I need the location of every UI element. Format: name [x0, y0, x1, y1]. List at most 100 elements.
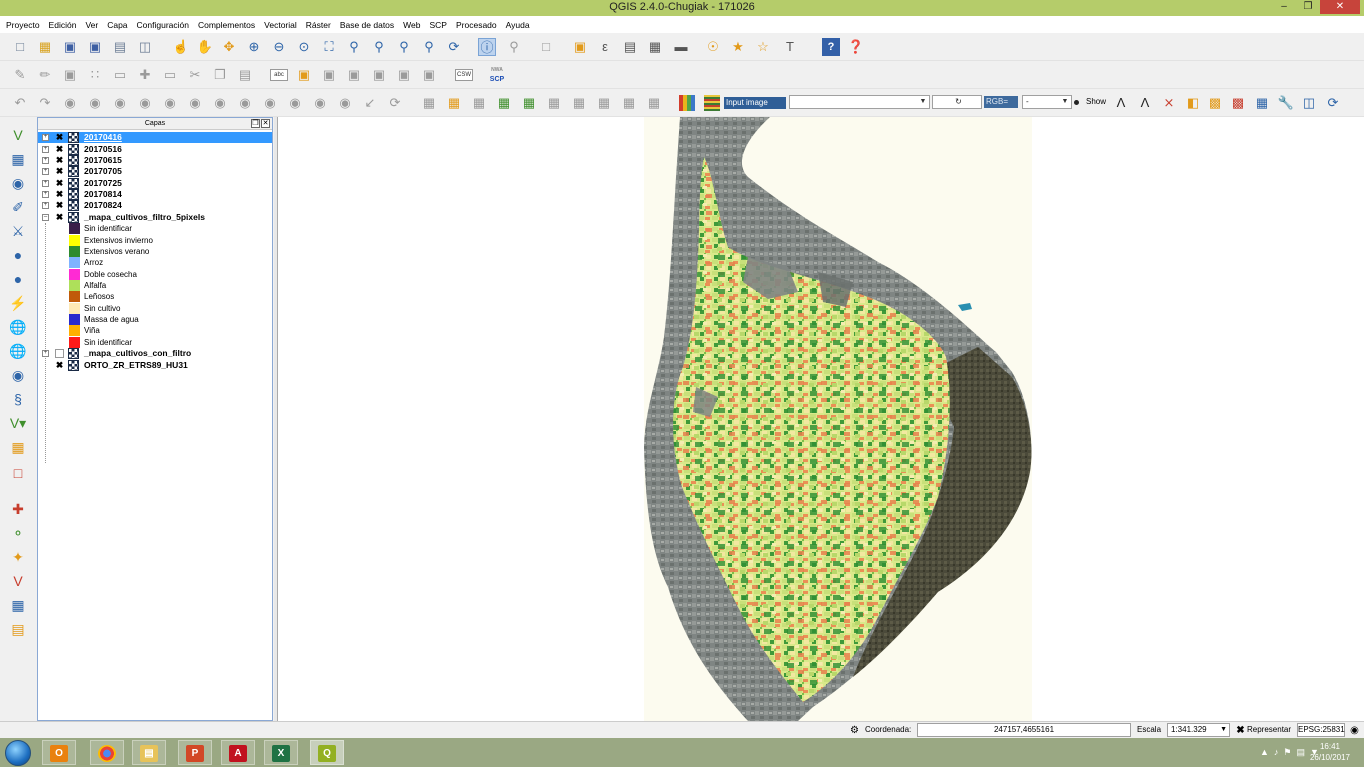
refresh-image-list-button[interactable]: ↻: [932, 95, 982, 109]
scp-input-image-icon-button[interactable]: [703, 94, 721, 112]
split-parts-button[interactable]: ◉: [286, 94, 304, 112]
identify-features-button[interactable]: ⓘ: [478, 38, 498, 56]
scp-merge-button[interactable]: ▦: [570, 94, 588, 112]
layer-visibility-checkbox[interactable]: ✖: [55, 213, 64, 222]
coordinate-toggle-icon[interactable]: ⚙: [848, 724, 861, 737]
scp-dock-button[interactable]: NWA SCP: [488, 66, 508, 84]
scp-reload-button[interactable]: ⟳: [1324, 94, 1342, 112]
delete-selected-button[interactable]: ▭: [161, 66, 179, 84]
add-feature-button[interactable]: ∷: [86, 66, 104, 84]
expand-icon[interactable]: +: [42, 168, 49, 175]
new-bookmark-button[interactable]: ★: [729, 38, 747, 56]
delete-part-button[interactable]: ◉: [161, 94, 179, 112]
layer-item-20170516[interactable]: + ✖ 20170516: [38, 144, 272, 155]
pan-to-selection-button[interactable]: ✥: [220, 38, 238, 56]
touch-zoom-button[interactable]: ☝: [172, 38, 190, 56]
offset-curve-button[interactable]: ◉: [211, 94, 229, 112]
close-panel-icon[interactable]: ✕: [261, 119, 270, 128]
layer-visibility-checkbox[interactable]: ✖: [55, 133, 64, 142]
close-icon[interactable]: ✕: [1320, 0, 1360, 14]
cut-features-button[interactable]: ✂: [186, 66, 204, 84]
render-checkbox[interactable]: ✖: [1234, 724, 1247, 737]
show-bookmarks-button[interactable]: ☆: [754, 38, 772, 56]
coordinate-field[interactable]: 247157,4655161: [917, 723, 1131, 737]
add-feature-point-button[interactable]: ⚬: [8, 523, 28, 543]
attribute-table-button[interactable]: ▤: [621, 38, 639, 56]
menu-scp[interactable]: SCP: [430, 20, 447, 30]
restore-icon[interactable]: ❐: [1296, 0, 1320, 14]
save-layer-edits-button[interactable]: ▣: [61, 66, 79, 84]
layer-visibility-checkbox[interactable]: [55, 349, 64, 358]
redo-button[interactable]: ↷: [36, 94, 54, 112]
merge-selected-button[interactable]: ◉: [311, 94, 329, 112]
raster-tool-button[interactable]: ▦: [8, 595, 28, 615]
add-db2-layer-button[interactable]: ●: [8, 269, 28, 289]
scp-vertices-button[interactable]: ▦: [620, 94, 638, 112]
taskbar-outlook[interactable]: O: [42, 740, 76, 765]
add-spatialite-layer-button[interactable]: ✐: [8, 197, 28, 217]
scp-add-roi-button[interactable]: ▦: [520, 94, 538, 112]
layer-visibility-checkbox[interactable]: ✖: [55, 167, 64, 176]
layer-item-20170705[interactable]: + ✖ 20170705: [38, 166, 272, 177]
zoom-layer-button[interactable]: ⚲: [370, 38, 388, 56]
scp-roi-multi-button[interactable]: ▦: [445, 94, 463, 112]
menu-proyecto[interactable]: Proyecto: [6, 20, 40, 30]
rgb-combo[interactable]: - ▼: [1022, 95, 1072, 109]
menu-vectorial[interactable]: Vectorial: [264, 20, 297, 30]
show-radio-icon[interactable]: [1074, 100, 1079, 105]
gps-tools-button[interactable]: ✦: [8, 547, 28, 567]
field-calculator-button[interactable]: ε: [596, 38, 614, 56]
layer-visibility-checkbox[interactable]: ✖: [55, 201, 64, 210]
scp-edit-button[interactable]: ▦: [545, 94, 563, 112]
add-postgis-layer-button[interactable]: ◉: [8, 173, 28, 193]
layer-visibility-checkbox[interactable]: ✖: [55, 190, 64, 199]
clock[interactable]: 16:41 26/10/2017: [1310, 741, 1350, 763]
toggle-editing-button[interactable]: ✏: [36, 66, 54, 84]
rotate-label-button[interactable]: ▣: [370, 66, 388, 84]
start-button[interactable]: [5, 740, 31, 766]
new-shapefile-button[interactable]: V▾: [8, 413, 28, 433]
menu-complementos[interactable]: Complementos: [198, 20, 255, 30]
message-log-icon[interactable]: ◉: [1348, 724, 1361, 737]
add-delimited-text-button[interactable]: §: [8, 389, 28, 409]
new-print-composer-button[interactable]: ▤: [111, 38, 129, 56]
text-annotation-button[interactable]: T: [781, 38, 807, 56]
taskbar-excel[interactable]: X: [264, 740, 298, 765]
move-feature-button[interactable]: ▭: [111, 66, 129, 84]
menu-edicion[interactable]: Edición: [49, 20, 77, 30]
copy-features-button[interactable]: ❐: [211, 66, 229, 84]
remove-layer-button[interactable]: □: [8, 463, 28, 483]
add-part-button[interactable]: ◉: [86, 94, 104, 112]
layer-item-orto[interactable]: ✖ ORTO_ZR_ETRS89_HU31: [38, 360, 272, 371]
csw-button[interactable]: CSW: [455, 66, 475, 84]
open-project-button[interactable]: ▦: [36, 38, 54, 56]
undo-button[interactable]: ↶: [11, 94, 29, 112]
layer-visibility-checkbox[interactable]: ✖: [55, 145, 64, 154]
add-raster-layer-button[interactable]: ▦: [8, 149, 28, 169]
expand-icon[interactable]: +: [42, 146, 49, 153]
zoom-selection-button[interactable]: ⚲: [345, 38, 363, 56]
menu-web[interactable]: Web: [403, 20, 420, 30]
delete-ring-button[interactable]: ◉: [136, 94, 154, 112]
zoom-out-button[interactable]: ⊖: [270, 38, 288, 56]
collapse-icon[interactable]: –: [42, 214, 49, 221]
composer-manager-button[interactable]: ◫: [136, 38, 154, 56]
layer-item-mapa-cultivos-con-filtro[interactable]: + _mapa_cultivos_con_filtro: [38, 348, 272, 359]
taskbar-acrobat[interactable]: A: [221, 740, 255, 765]
scp-classification-button[interactable]: ▦: [495, 94, 513, 112]
menu-procesado[interactable]: Procesado: [456, 20, 497, 30]
menu-raster[interactable]: Ráster: [306, 20, 331, 30]
expand-icon[interactable]: +: [42, 350, 49, 357]
layer-visibility-checkbox[interactable]: ✖: [55, 179, 64, 188]
ruler-tool-button[interactable]: ▤: [8, 619, 28, 639]
zoom-native-button[interactable]: ⊙: [295, 38, 313, 56]
add-mssql-layer-button[interactable]: ⚔: [8, 221, 28, 241]
scp-redo-roi-button[interactable]: ▦: [470, 94, 488, 112]
show-hide-labels-button[interactable]: ▣: [420, 66, 438, 84]
scp-monitor-button[interactable]: ◫: [1300, 94, 1318, 112]
taskbar-chrome[interactable]: [90, 740, 124, 765]
change-label-button[interactable]: ▣: [395, 66, 413, 84]
current-edits-button[interactable]: ✎: [11, 66, 29, 84]
layer-item-20170416[interactable]: + ✖ 20170416: [38, 132, 272, 143]
minimize-icon[interactable]: –: [1272, 0, 1296, 14]
